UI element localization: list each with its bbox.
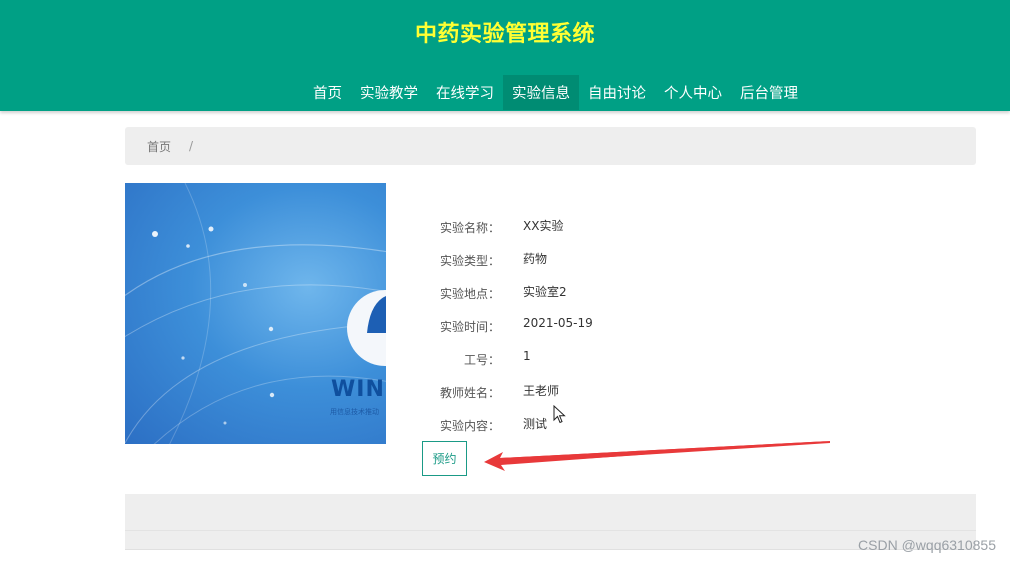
breadcrumb-home-link[interactable]: 首页 (147, 138, 171, 155)
detail-row-time: 实验时间： 2021-05-19 (430, 314, 730, 347)
watermark: CSDN @wqq6310855 (858, 537, 996, 553)
detail-value: 测试 (523, 417, 548, 431)
detail-label: 实验时间： (439, 320, 500, 334)
nav-item-teaching[interactable]: 实验教学 (351, 75, 427, 110)
mouse-cursor-icon (553, 405, 566, 424)
poster-artwork (125, 183, 386, 444)
detail-value: XX实验 (523, 219, 564, 233)
poster-slogan: 用信息技术推动 (330, 408, 379, 416)
header-bar: 中药实验管理系统 首页 实验教学 在线学习 实验信息 自由讨论 个人中心 后台管… (0, 0, 1010, 111)
experiment-image: WINI 用信息技术推动 (125, 183, 386, 444)
detail-label: 教师姓名： (439, 386, 500, 400)
detail-value: 实验室2 (523, 285, 567, 299)
detail-label: 工号： (463, 353, 500, 367)
nav-item-discussion[interactable]: 自由讨论 (579, 75, 655, 110)
poster-brand-text: WINI (331, 377, 386, 402)
detail-value: 2021-05-19 (523, 316, 593, 330)
detail-label: 实验地点： (439, 287, 500, 301)
experiment-details: 实验名称： XX实验 实验类型： 药物 实验地点： 实验室2 实验时间： 202… (430, 215, 730, 446)
breadcrumb-separator: / (189, 139, 194, 153)
footer-divider (125, 530, 976, 531)
nav-item-personal-center[interactable]: 个人中心 (655, 75, 731, 110)
main-nav: 首页 实验教学 在线学习 实验信息 自由讨论 个人中心 后台管理 (304, 75, 807, 110)
detail-value: 王老师 (523, 384, 560, 398)
detail-label: 实验名称： (439, 221, 500, 235)
detail-row-staff-id: 工号： 1 (430, 347, 730, 380)
detail-label: 实验类型： (439, 254, 500, 268)
nav-item-online-learning[interactable]: 在线学习 (427, 75, 503, 110)
detail-row-content: 实验内容： 测试 (430, 413, 730, 446)
book-button[interactable]: 预约 (422, 441, 467, 476)
nav-item-admin[interactable]: 后台管理 (731, 75, 807, 110)
detail-row-location: 实验地点： 实验室2 (430, 281, 730, 314)
detail-label: 实验内容： (439, 419, 500, 433)
nav-item-experiment-info[interactable]: 实验信息 (503, 75, 579, 110)
detail-value: 药物 (523, 252, 548, 266)
detail-row-name: 实验名称： XX实验 (430, 215, 730, 248)
footer (125, 494, 976, 550)
detail-row-type: 实验类型： 药物 (430, 248, 730, 281)
breadcrumb: 首页 / (125, 127, 976, 165)
detail-value: 1 (523, 349, 531, 363)
site-title: 中药实验管理系统 (414, 22, 595, 47)
detail-row-teacher: 教师姓名： 王老师 (430, 380, 730, 413)
nav-item-home[interactable]: 首页 (304, 75, 351, 110)
